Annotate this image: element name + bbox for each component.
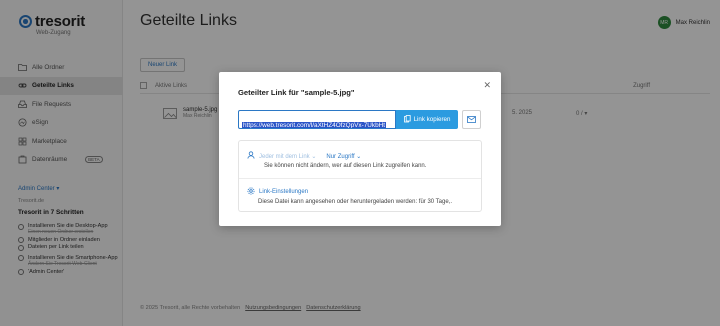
- link-settings-label: Link-Einstellungen: [259, 189, 309, 195]
- link-url-text: https://web.tresorit.com/l/aXtHZ4OfzQpVx…: [242, 122, 387, 129]
- access-level-label: Nur Zugriff: [326, 153, 355, 160]
- link-audience-label: Jeder mit dem Link: [259, 153, 310, 160]
- copy-link-label: Link kopieren: [413, 116, 451, 123]
- permissions-panel: Jeder mit dem Link ⌄ Nur Zugriff ⌄ Sie k…: [238, 140, 482, 212]
- access-level-select[interactable]: Nur Zugriff ⌄: [326, 153, 361, 160]
- permission-note: Sie können nicht ändern, wer auf diesen …: [264, 163, 427, 169]
- close-icon[interactable]: ✕: [483, 80, 491, 91]
- copy-link-button[interactable]: Link kopieren: [396, 110, 458, 129]
- share-link-dialog: Geteilter Link für "sample-5.jpg" ✕ http…: [219, 72, 501, 226]
- link-url-field[interactable]: https://web.tresorit.com/l/aXtHZ4OfzQpVx…: [238, 110, 396, 129]
- permission-row: Jeder mit dem Link ⌄ Nur Zugriff ⌄: [247, 151, 361, 161]
- link-audience-select[interactable]: Jeder mit dem Link ⌄: [259, 153, 316, 160]
- link-settings-button[interactable]: Link-Einstellungen: [247, 187, 308, 197]
- link-settings-note: Diese Datei kann angesehen oder herunter…: [258, 199, 453, 205]
- email-link-button[interactable]: [462, 110, 481, 129]
- dialog-title: Geteilter Link für "sample-5.jpg": [238, 88, 355, 97]
- person-icon: [247, 151, 255, 161]
- mail-icon: [467, 116, 476, 123]
- copy-icon: [403, 114, 411, 125]
- divider: [239, 178, 481, 179]
- gear-icon: [247, 187, 255, 197]
